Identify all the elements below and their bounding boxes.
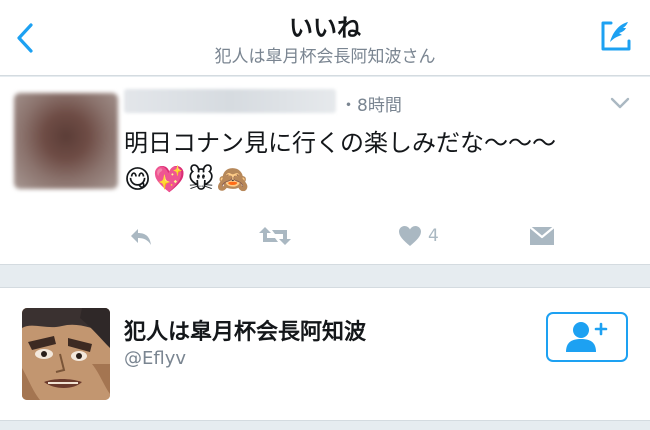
- user-card[interactable]: 犯人は皐月杯会長阿知波 @Eflyv: [0, 287, 650, 421]
- tweet-emoji: 😋💖🐭🙈: [124, 165, 251, 195]
- page-title: いいね: [289, 14, 361, 42]
- user-handle: @Eflyv: [124, 348, 187, 369]
- heart-icon: [399, 226, 421, 246]
- like-count: 4: [428, 226, 439, 246]
- retweet-icon: [259, 227, 291, 245]
- author-name-redacted[interactable]: [124, 89, 336, 113]
- anime-character-avatar-icon: [22, 308, 110, 400]
- compose-button[interactable]: [598, 18, 634, 54]
- tweet-card[interactable]: ・8時間 明日コナン見に行くの楽しみだな〜〜〜 😋💖🐭🙈 4: [0, 77, 650, 265]
- dm-icon: [529, 226, 555, 245]
- tweet-timestamp: ・8時間: [340, 96, 402, 116]
- compose-tweet-icon: [601, 21, 631, 51]
- chevron-down-icon: [610, 97, 630, 109]
- retweet-button[interactable]: [258, 223, 292, 249]
- user-display-name[interactable]: 犯人は皐月杯会長阿知波: [124, 314, 366, 346]
- avatar[interactable]: [14, 93, 118, 189]
- reply-button[interactable]: [128, 223, 154, 249]
- avatar[interactable]: [22, 308, 110, 400]
- like-button[interactable]: 4: [398, 223, 439, 249]
- top-nav-bar: いいね 犯人は皐月杯会長阿知波さん: [0, 0, 650, 76]
- direct-message-button[interactable]: [528, 223, 556, 249]
- tweet-text: 明日コナン見に行くの楽しみだな〜〜〜: [124, 129, 556, 157]
- reply-icon: [131, 229, 151, 245]
- follow-button[interactable]: [546, 312, 628, 362]
- page-subtitle: 犯人は皐月杯会長阿知波さん: [214, 47, 436, 67]
- tweet-menu-button[interactable]: [608, 93, 632, 113]
- add-user-icon: [566, 322, 608, 352]
